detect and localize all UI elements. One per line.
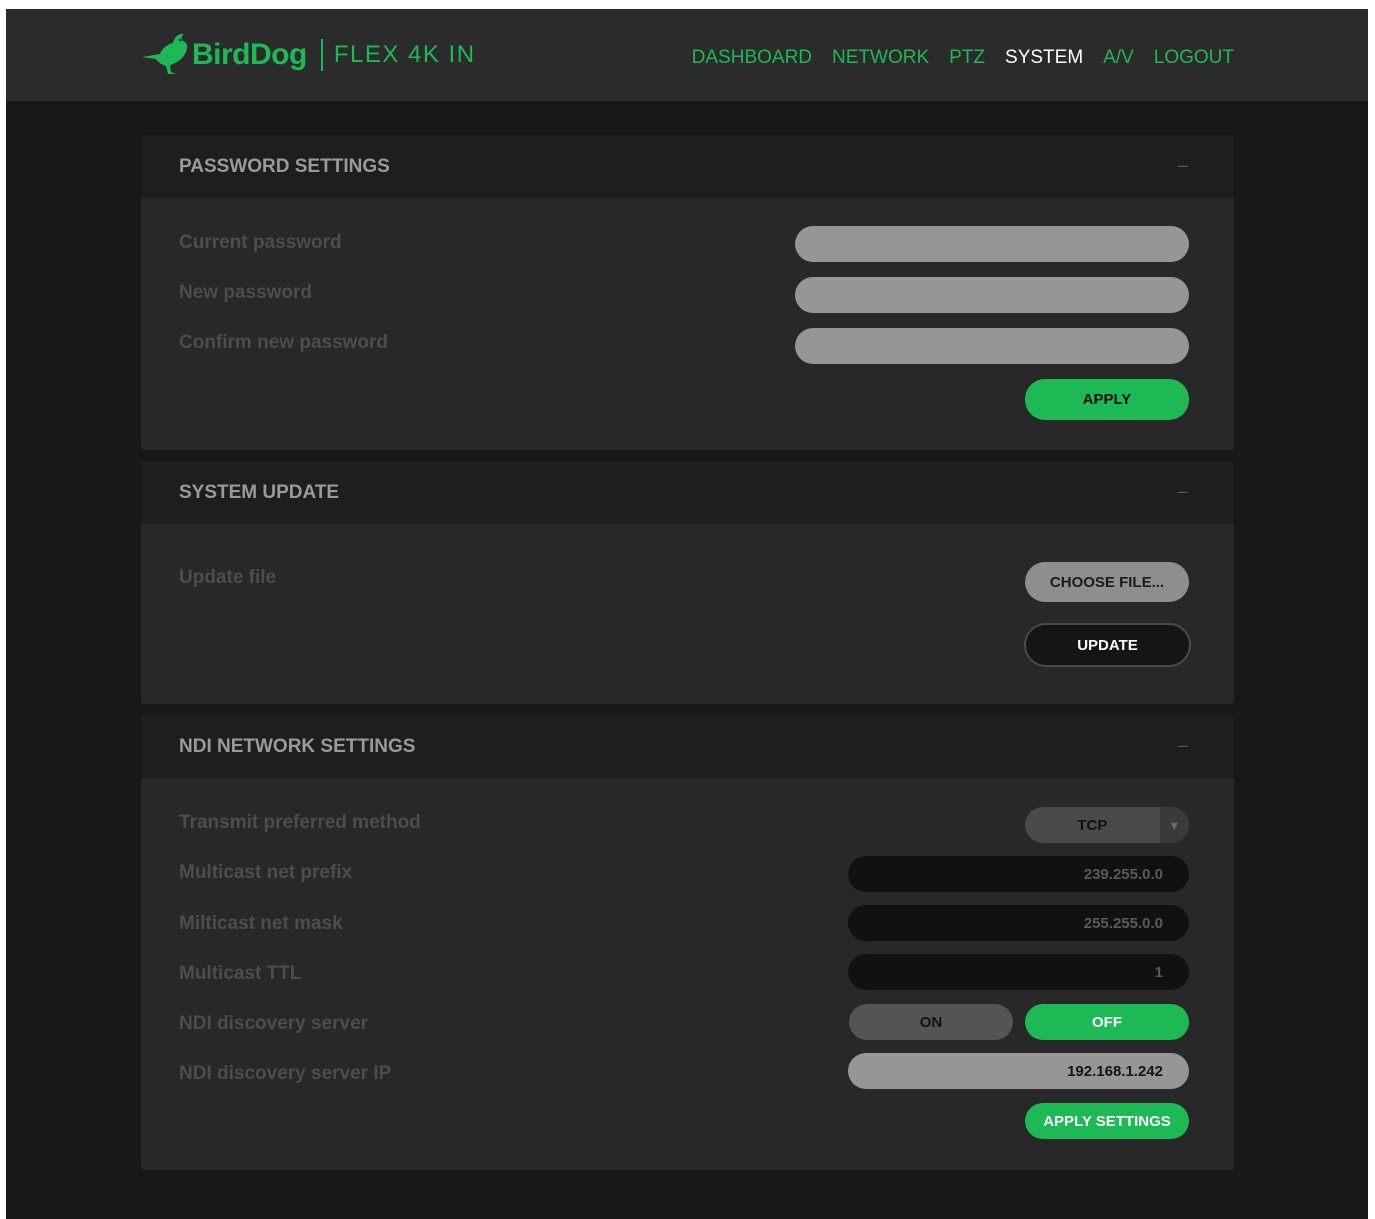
nav-network[interactable]: NETWORK <box>832 47 929 69</box>
nav-dashboard[interactable]: DASHBOARD <box>692 47 812 69</box>
brand-name: BirdDog <box>192 38 307 71</box>
new-password-label: New password <box>179 282 313 303</box>
multicast-mask-label: Milticast net mask <box>179 913 343 934</box>
update-button[interactable]: UPDATE <box>1024 623 1191 667</box>
apply-password-button[interactable]: APPLY <box>1025 379 1189 420</box>
confirm-password-label: Confirm new password <box>179 332 389 353</box>
discovery-on-button[interactable]: ON <box>849 1004 1013 1040</box>
bird-logo-icon <box>142 33 188 74</box>
update-file-label: Update file <box>179 567 277 588</box>
discovery-off-button[interactable]: OFF <box>1025 1004 1189 1040</box>
panel-title: NDI NETWORK SETTINGS <box>179 736 416 757</box>
collapse-button[interactable]: – <box>1178 155 1188 176</box>
panel-title: SYSTEM UPDATE <box>179 482 340 503</box>
panel-header: PASSWORD SETTINGS – <box>141 135 1234 198</box>
transmit-method-select[interactable]: TCP ▼ <box>1025 807 1189 843</box>
new-password-input[interactable] <box>795 277 1189 313</box>
password-settings-panel: PASSWORD SETTINGS – Current password New… <box>141 135 1234 450</box>
brand-separator <box>320 39 323 71</box>
ndi-network-settings-panel: NDI NETWORK SETTINGS – Transmit preferre… <box>141 715 1234 1170</box>
transmit-method-value: TCP <box>1077 816 1108 834</box>
apply-settings-button[interactable]: APPLY SETTINGS <box>1025 1103 1189 1139</box>
confirm-password-input[interactable] <box>795 328 1189 364</box>
panel-header: SYSTEM UPDATE – <box>141 461 1234 524</box>
multicast-ttl-input[interactable] <box>848 954 1189 990</box>
brand-logo[interactable]: BirdDog FLEX 4K IN <box>140 29 476 81</box>
discovery-server-label: NDI discovery server <box>179 1013 369 1034</box>
collapse-button[interactable]: – <box>1178 481 1188 502</box>
app-frame: BirdDog FLEX 4K IN DASHBOARD NETWORK PTZ… <box>6 9 1368 1219</box>
top-bar: BirdDog FLEX 4K IN DASHBOARD NETWORK PTZ… <box>6 9 1368 101</box>
multicast-prefix-input[interactable] <box>848 856 1189 892</box>
multicast-mask-input[interactable] <box>848 905 1189 941</box>
transmit-method-label: Transmit preferred method <box>179 812 421 833</box>
nav-ptz[interactable]: PTZ <box>949 47 985 69</box>
system-update-panel: SYSTEM UPDATE – Update file CHOOSE FILE.… <box>141 461 1234 704</box>
multicast-ttl-label: Multicast TTL <box>179 963 302 984</box>
nav-logout[interactable]: LOGOUT <box>1154 47 1234 69</box>
current-password-label: Current password <box>179 232 342 253</box>
nav-av[interactable]: A/V <box>1103 47 1134 69</box>
model-name: FLEX 4K IN <box>333 41 476 68</box>
panel-title: PASSWORD SETTINGS <box>179 156 390 177</box>
collapse-button[interactable]: – <box>1178 735 1188 756</box>
chevron-down-icon[interactable]: ▼ <box>1159 807 1189 843</box>
main-nav: DASHBOARD NETWORK PTZ SYSTEM A/V LOGOUT <box>692 47 1234 69</box>
multicast-prefix-label: Multicast net prefix <box>179 862 353 883</box>
nav-system[interactable]: SYSTEM <box>1005 47 1083 69</box>
choose-file-button[interactable]: CHOOSE FILE... <box>1025 562 1189 602</box>
discovery-server-ip-label: NDI discovery server IP <box>179 1063 392 1084</box>
panel-header: NDI NETWORK SETTINGS – <box>141 715 1234 778</box>
discovery-server-ip-input[interactable] <box>848 1053 1189 1089</box>
current-password-input[interactable] <box>795 226 1189 262</box>
